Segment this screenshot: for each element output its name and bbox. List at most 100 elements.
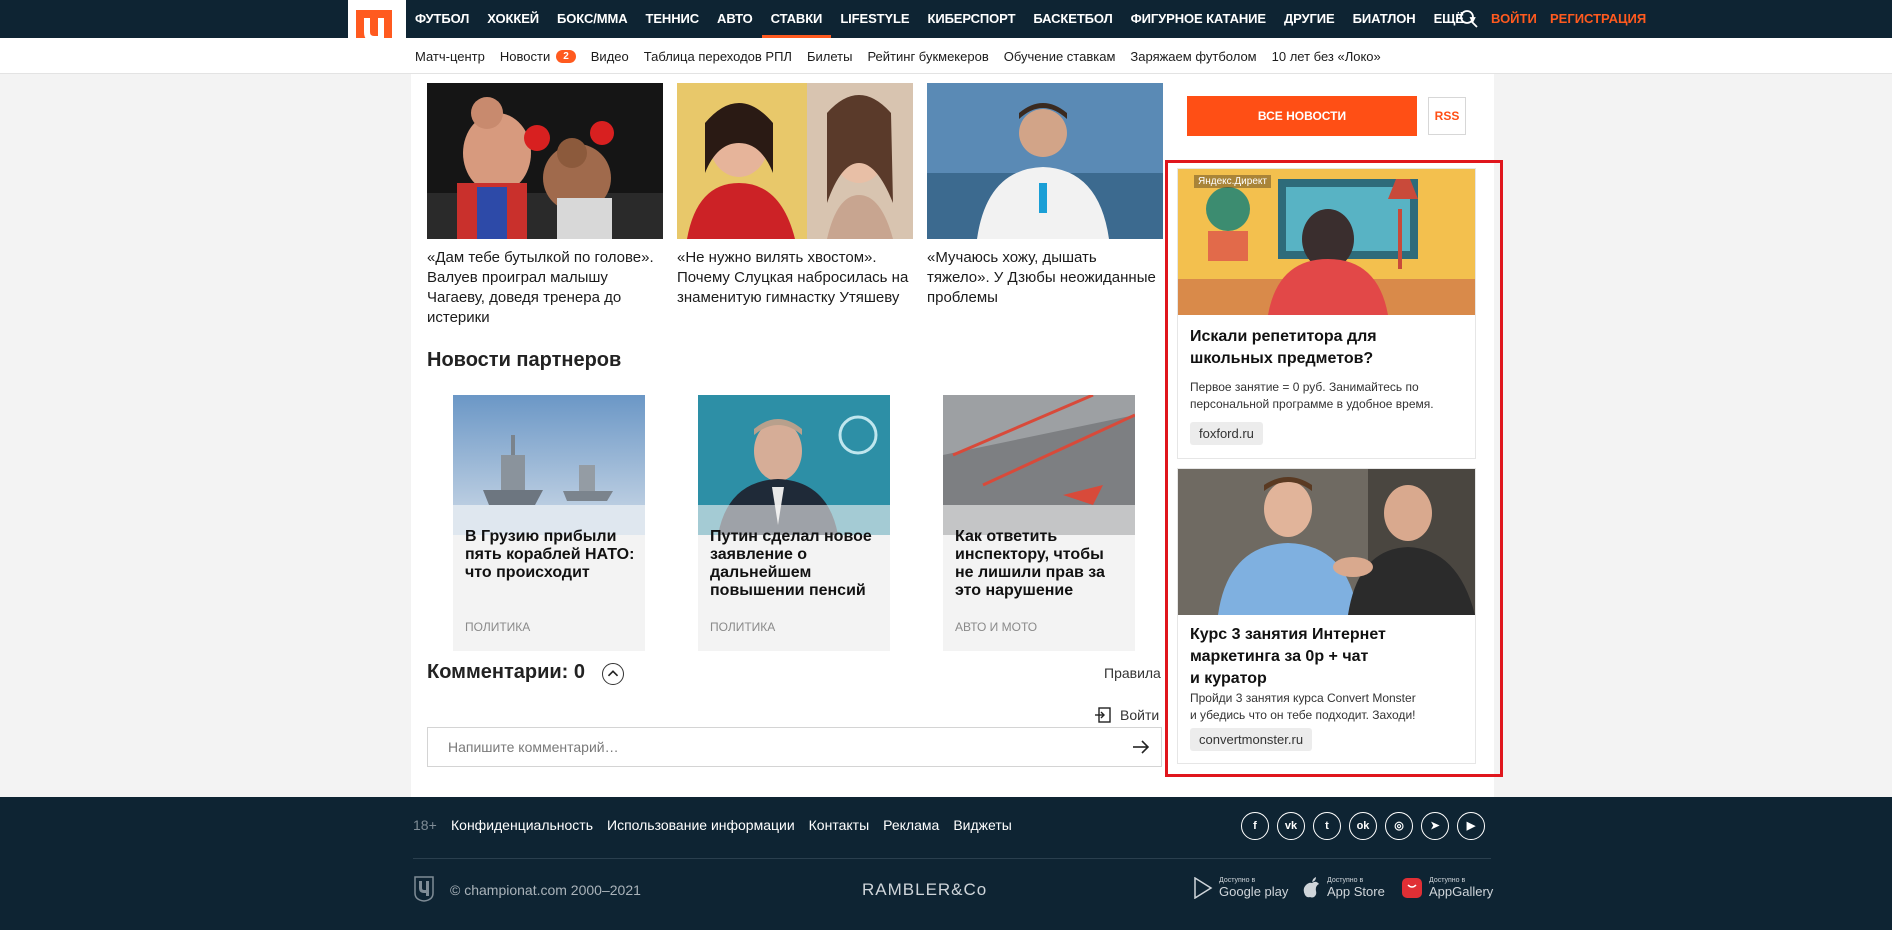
news-title[interactable]: «Дам тебе бутылкой по голове». Валуев пр… (427, 248, 663, 328)
rambler-logo[interactable]: RAMBLER&Co (862, 880, 987, 900)
footer-links: Конфиденциальность Использование информа… (451, 817, 1026, 833)
partner-news-title[interactable]: Путин сделал новое заявление о дальнейше… (710, 528, 880, 600)
footer-divider (413, 858, 1491, 859)
search-icon[interactable] (1459, 9, 1479, 29)
news-card[interactable]: «Дам тебе бутылкой по голове». Валуев пр… (427, 83, 663, 328)
twitter-icon[interactable]: t (1313, 812, 1341, 840)
ad-title-line: и куратор (1190, 670, 1267, 687)
store-name: App Store (1327, 884, 1385, 899)
login-icon (1095, 707, 1111, 723)
rss-button[interactable]: RSS (1428, 97, 1466, 135)
nav-hockey[interactable]: ХОККЕЙ (478, 0, 548, 38)
ad-image-tutor[interactable]: Яндекс.Директ (1178, 169, 1475, 315)
subnav-news[interactable]: Новости 2 (500, 49, 576, 64)
comments-title: Комментарии: 0 (427, 661, 586, 683)
nav-biathlon[interactable]: БИАТЛОН (1344, 0, 1425, 38)
instagram-icon[interactable]: ◎ (1385, 812, 1413, 840)
ad-text: Первое занятие = 0 руб. Занимайтесь по п… (1178, 379, 1475, 413)
nav-boxing-mma[interactable]: БОКС/ММА (548, 0, 636, 38)
partner-news-title[interactable]: В Грузию прибыли пять кораблей НАТО: что… (465, 528, 635, 582)
ad-title-line: Курс 3 занятия Интернет (1190, 626, 1386, 643)
subnav-loko-anniversary[interactable]: 10 лет без «Локо» (1272, 49, 1381, 64)
ad-domain[interactable]: convertmonster.ru (1190, 728, 1313, 751)
ad-source-label: Яндекс.Директ (1194, 175, 1271, 188)
app-store-badge[interactable]: Доступно в App Store (1303, 874, 1385, 902)
subnav-match-center[interactable]: Матч-центр (415, 49, 485, 64)
register-link[interactable]: РЕГИСТРАЦИЯ (1550, 0, 1646, 38)
news-card[interactable]: «Мучаюсь хожу, дышать тяжело». У Дзюбы н… (927, 83, 1163, 308)
nav-bets[interactable]: СТАВКИ (761, 0, 832, 38)
telegram-icon[interactable]: ➤ (1421, 812, 1449, 840)
youtube-icon[interactable]: ▶ (1457, 812, 1485, 840)
footer-link-widgets[interactable]: Виджеты (953, 817, 1012, 833)
ad-text: Пройди 3 занятия курса Convert Monster и… (1178, 690, 1475, 724)
comments-login-label: Войти (1120, 707, 1160, 723)
ad-title-line: школьных предметов? (1190, 350, 1374, 367)
news-image-slutskaya[interactable] (677, 83, 913, 239)
ad-text-line: Первое занятие = 0 руб. Занимайтесь по (1190, 380, 1419, 394)
copyright: © championat.com 2000–2021 (450, 882, 641, 898)
nav-other[interactable]: ДРУГИЕ (1275, 0, 1344, 38)
footer-link-info-usage[interactable]: Использование информации (607, 817, 795, 833)
ad-title[interactable]: Искали репетитора для школьных предметов… (1178, 326, 1475, 370)
footer-link-privacy[interactable]: Конфиденциальность (451, 817, 593, 833)
vk-icon[interactable]: vk (1277, 812, 1305, 840)
news-image-dzyuba[interactable] (927, 83, 1163, 239)
subnav-transfers-table[interactable]: Таблица переходов РПЛ (644, 49, 792, 64)
google-play-icon (1194, 877, 1213, 899)
subnav-video[interactable]: Видео (591, 49, 629, 64)
ad-title-line: маркетинга за 0р + чат (1190, 648, 1369, 665)
nav-basketball[interactable]: БАСКЕТБОЛ (1024, 0, 1121, 38)
subnav-betting-school[interactable]: Обучение ставкам (1004, 49, 1116, 64)
partner-news-category: ПОЛИТИКА (465, 620, 531, 634)
ad-title[interactable]: Курс 3 занятия Интернет маркетинга за 0р… (1178, 624, 1475, 690)
nav-football[interactable]: ФУТБОЛ (406, 0, 478, 38)
comment-input[interactable] (427, 727, 1162, 767)
subnav-charging-football[interactable]: Заряжаем футболом (1130, 49, 1256, 64)
nav-figure-skating[interactable]: ФИГУРНОЕ КАТАНИЕ (1122, 0, 1275, 38)
news-title[interactable]: «Мучаюсь хожу, дышать тяжело». У Дзюбы н… (927, 248, 1163, 308)
subnav-tickets[interactable]: Билеты (807, 49, 852, 64)
ad-card[interactable]: Курс 3 занятия Интернет маркетинга за 0р… (1177, 468, 1476, 764)
comments-login-link[interactable]: Войти (1095, 707, 1159, 723)
ad-text-line: Пройди 3 занятия курса Convert Monster (1190, 691, 1416, 705)
facebook-icon[interactable]: f (1241, 812, 1269, 840)
partner-news-category: АВТО И МОТО (955, 620, 1038, 634)
ad-card[interactable]: Яндекс.Директ Искали репетитора для школ… (1177, 168, 1476, 459)
footer-link-contacts[interactable]: Контакты (809, 817, 869, 833)
partner-news-card[interactable]: Как ответить инспектору, чтобы не лишили… (943, 395, 1135, 651)
partner-image-putin (698, 395, 890, 535)
ad-text-line: и убедись что он тебе подходит. Заходи! (1190, 708, 1416, 722)
google-play-badge[interactable]: Доступно в Google play (1193, 874, 1288, 902)
nav-tennis[interactable]: ТЕННИС (637, 0, 709, 38)
send-comment-icon[interactable] (1127, 735, 1155, 759)
partner-news-title[interactable]: Как ответить инспектору, чтобы не лишили… (955, 528, 1125, 600)
appgallery-badge[interactable]: Доступно в AppGallery (1401, 874, 1493, 902)
news-title[interactable]: «Не нужно вилять хвостом». Почему Слуцка… (677, 248, 913, 308)
main-nav: ФУТБОЛ ХОККЕЙ БОКС/ММА ТЕННИС АВТО СТАВК… (406, 0, 1484, 38)
store-name: AppGallery (1429, 884, 1494, 899)
ad-image-marketing[interactable] (1178, 469, 1475, 615)
huawei-icon (1402, 878, 1422, 898)
odnoklassniki-icon[interactable]: ok (1349, 812, 1377, 840)
nav-auto[interactable]: АВТО (708, 0, 762, 38)
ad-domain[interactable]: foxford.ru (1190, 422, 1263, 445)
news-image-boxing[interactable] (427, 83, 663, 239)
nav-esports[interactable]: КИБЕРСПОРТ (918, 0, 1024, 38)
subnav-bookmaker-rating[interactable]: Рейтинг букмекеров (867, 49, 988, 64)
partner-news-card[interactable]: Путин сделал новое заявление о дальнейше… (698, 395, 890, 651)
partner-news-card[interactable]: В Грузию прибыли пять кораблей НАТО: что… (453, 395, 645, 651)
login-link[interactable]: ВОЙТИ (1491, 0, 1537, 38)
partner-news-category: ПОЛИТИКА (710, 620, 776, 634)
age-rating: 18+ (413, 817, 437, 833)
news-card[interactable]: «Не нужно вилять хвостом». Почему Слуцка… (677, 83, 913, 308)
all-news-button[interactable]: ВСЕ НОВОСТИ (1187, 96, 1417, 136)
ad-title-line: Искали репетитора для (1190, 328, 1377, 345)
comments-collapse-icon[interactable] (602, 663, 624, 685)
ad-text-line: персональной программе в удобное время. (1190, 397, 1434, 411)
footer-logo-icon[interactable] (413, 876, 435, 902)
nav-lifestyle[interactable]: LIFESTYLE (831, 0, 918, 38)
news-count-badge: 2 (556, 49, 576, 63)
comment-rules-link[interactable]: Правила (1104, 665, 1161, 681)
footer-link-advertising[interactable]: Реклама (883, 817, 939, 833)
